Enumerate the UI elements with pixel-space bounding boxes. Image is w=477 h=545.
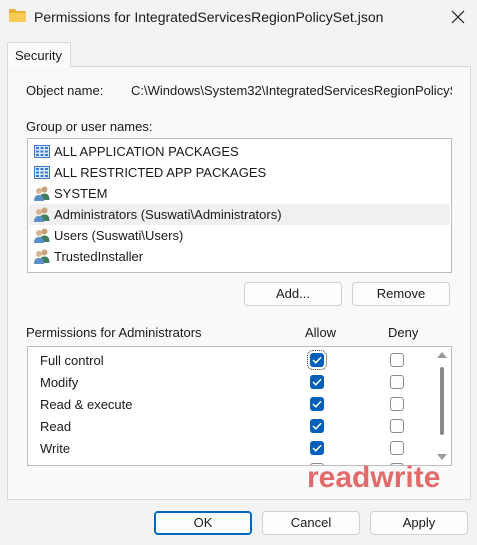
permission-row: Write (28, 437, 433, 459)
group-names-label: Group or user names: (26, 119, 153, 134)
cancel-button[interactable]: Cancel (262, 511, 360, 535)
deny-checkbox[interactable] (390, 419, 404, 433)
users-icon (34, 249, 50, 264)
scroll-up-icon[interactable] (437, 352, 447, 358)
object-name-label: Object name: (26, 83, 104, 98)
list-item-label: Administrators (Suswati\Administrators) (54, 207, 282, 222)
package-group-icon (34, 145, 50, 158)
users-icon (34, 228, 50, 243)
object-name-value: C:\Windows\System32\IntegratedServicesRe… (131, 83, 452, 98)
checkmark-icon (312, 422, 322, 430)
tab-label: Security (15, 48, 62, 63)
list-item-label: TrustedInstaller (54, 249, 144, 264)
list-item[interactable]: Administrators (Suswati\Administrators) (29, 204, 450, 225)
folder-icon (9, 9, 26, 22)
package-group-icon (34, 166, 50, 179)
permissions-list: Full control Modify Read & execute Read … (27, 346, 452, 466)
list-item-label: Users (Suswati\Users) (54, 228, 184, 243)
allow-checkbox[interactable] (310, 375, 324, 389)
deny-checkbox[interactable] (390, 397, 404, 411)
list-item-label: ALL APPLICATION PACKAGES (54, 144, 239, 159)
allow-header: Allow (305, 325, 337, 340)
permission-name: Full control (40, 353, 104, 368)
group-user-list[interactable]: ALL APPLICATION PACKAGES ALL RESTRICTED … (27, 138, 452, 273)
window-title: Permissions for IntegratedServicesRegion… (34, 9, 384, 25)
allow-checkbox[interactable] (310, 419, 324, 433)
add-button[interactable]: Add... (244, 282, 342, 306)
apply-button[interactable]: Apply (370, 511, 468, 535)
checkmark-icon (312, 444, 322, 452)
list-item-label: SYSTEM (54, 186, 108, 201)
permission-row: Read (28, 415, 433, 437)
remove-button[interactable]: Remove (352, 282, 450, 306)
permission-name: Modify (40, 375, 79, 390)
list-item[interactable]: ALL RESTRICTED APP PACKAGES (29, 162, 450, 183)
close-icon (451, 10, 465, 24)
checkmark-icon (312, 378, 322, 386)
list-item-label: ALL RESTRICTED APP PACKAGES (54, 165, 267, 180)
scrollbar[interactable] (433, 347, 450, 465)
scroll-down-icon[interactable] (437, 454, 447, 460)
allow-checkbox[interactable] (310, 441, 324, 455)
deny-checkbox[interactable] (390, 353, 404, 367)
users-icon (34, 186, 50, 201)
list-item[interactable]: ALL APPLICATION PACKAGES (29, 141, 450, 162)
permission-row: Read & execute (28, 393, 433, 415)
list-item[interactable]: SYSTEM (29, 183, 450, 204)
list-item[interactable]: TrustedInstaller (29, 246, 450, 267)
permission-row: Modify (28, 371, 433, 393)
title-bar: Permissions for IntegratedServicesRegion… (0, 0, 477, 34)
permission-name: Read (40, 419, 72, 434)
allow-checkbox[interactable] (310, 397, 324, 411)
close-button[interactable] (440, 0, 477, 34)
deny-checkbox[interactable] (390, 375, 404, 389)
tab-security[interactable]: Security (7, 42, 71, 67)
deny-checkbox[interactable] (390, 441, 404, 455)
list-item[interactable]: Users (Suswati\Users) (29, 225, 450, 246)
users-icon (34, 207, 50, 222)
permission-row: Full control (28, 349, 433, 371)
allow-checkbox[interactable] (307, 350, 327, 370)
ok-button[interactable]: OK (154, 511, 252, 535)
deny-header: Deny (388, 325, 419, 340)
permissions-label: Permissions for Administrators (26, 325, 202, 340)
checkmark-icon (312, 356, 322, 364)
watermark-logo: readwrite (307, 461, 441, 494)
scroll-thumb[interactable] (440, 367, 444, 435)
permission-name: Write (40, 441, 71, 456)
checkmark-icon (312, 400, 322, 408)
permission-name: Read & execute (40, 397, 133, 412)
